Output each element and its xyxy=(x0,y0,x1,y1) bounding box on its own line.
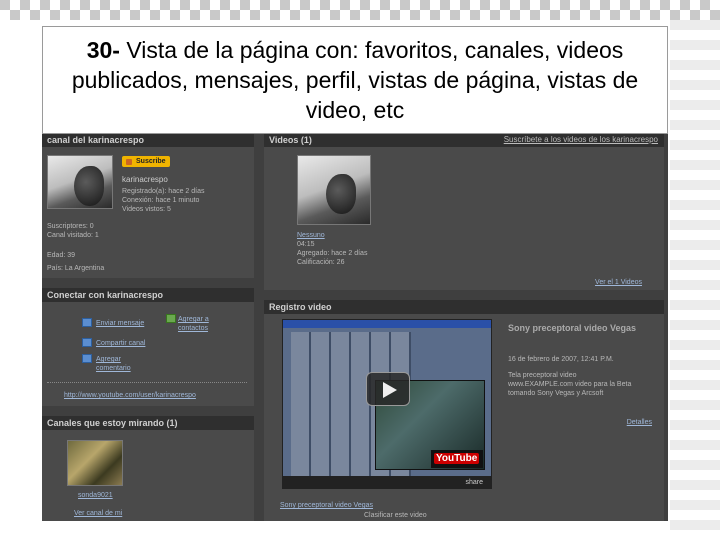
add-comment-link[interactable]: Agregar comentario xyxy=(96,355,156,373)
play-icon[interactable] xyxy=(366,372,410,406)
player-title-bar xyxy=(283,320,491,328)
profile-picture[interactable] xyxy=(47,155,113,209)
see-all-videos-link[interactable]: Ver el 1 Videos xyxy=(595,278,642,287)
comment-icon xyxy=(82,354,92,363)
add-contact-link[interactable]: Agregar a contactos xyxy=(178,315,238,333)
slide-title-box: 30- Vista de la página con: favoritos, c… xyxy=(42,26,668,134)
video-thumbnail-face xyxy=(326,174,356,214)
videos-panel: Videos (1) Suscríbete a los videos de lo… xyxy=(264,133,664,290)
add-contact-icon xyxy=(166,314,176,323)
slide-title: 30- Vista de la página con: favoritos, c… xyxy=(43,35,667,125)
slide-decoration-top xyxy=(0,0,720,10)
subscribe-button[interactable]: Suscribe xyxy=(122,156,170,167)
channel-panel: canal del karinacrespo Suscribe karinacr… xyxy=(42,133,254,278)
videos-heading-text: Videos (1) xyxy=(269,135,312,145)
record-bottom-sub: Clasificar este video xyxy=(364,512,427,519)
slide-title-text: Vista de la página con: favoritos, canal… xyxy=(71,37,639,123)
watched-channel-link[interactable]: Ver canal de mi xyxy=(74,509,122,518)
age-text: Edad: 39 xyxy=(47,252,76,259)
watching-panel: Canales que estoy mirando (1) sonda9021 … xyxy=(42,416,254,521)
video-player[interactable]: YouTube share xyxy=(282,319,492,489)
subscribe-videos-link[interactable]: Suscríbete a los videos de los karinacre… xyxy=(504,135,658,144)
watched-channel-thumbnail[interactable] xyxy=(67,440,123,486)
country-text: País: La Argentina xyxy=(47,265,105,272)
record-bottom-title[interactable]: Sony preceptoral video Vegas xyxy=(280,501,373,510)
message-icon xyxy=(82,318,92,327)
slide-title-number: 30- xyxy=(86,37,120,63)
video-added: Agregado: hace 2 días xyxy=(297,250,368,257)
subscribers-text: Suscriptores: 0 xyxy=(47,223,94,230)
registered-text: Registrado(a): hace 2 días xyxy=(122,188,205,195)
channel-panel-heading: canal del karinacrespo xyxy=(42,133,254,147)
record-video-date: 16 de febrero de 2007, 12:41 P.M. xyxy=(508,356,614,363)
player-controls[interactable]: share xyxy=(283,476,491,488)
record-desc-3: tomando Sony Vegas y Arcsoft xyxy=(508,390,604,397)
video-thumbnail[interactable] xyxy=(297,155,371,225)
record-video-title: Sony preceptoral video Vegas xyxy=(508,323,637,333)
youtube-logo: YouTube xyxy=(431,450,483,468)
slide-decoration-top-2 xyxy=(0,10,720,20)
send-message-link[interactable]: Enviar mensaje xyxy=(96,319,144,328)
videos-panel-heading: Videos (1) Suscríbete a los videos de lo… xyxy=(264,133,664,147)
watched-channel-name[interactable]: sonda9021 xyxy=(78,491,113,500)
record-desc-1: Tela preceptoral video xyxy=(508,372,577,379)
slide-decoration-side xyxy=(670,20,720,540)
video-duration: 04:15 xyxy=(297,241,315,248)
username: karinacrespo xyxy=(122,175,168,184)
share-label[interactable]: share xyxy=(465,478,483,487)
video-rating: Calificación: 26 xyxy=(297,259,345,266)
connect-divider xyxy=(47,382,247,383)
watching-panel-heading: Canales que estoy mirando (1) xyxy=(42,416,254,430)
share-channel-link[interactable]: Compartir canal xyxy=(96,339,145,348)
connect-panel: Conectar con karinacrespo Enviar mensaje… xyxy=(42,288,254,406)
record-desc-2: www.EXAMPLE.com video para la Beta xyxy=(508,381,632,388)
profile-face xyxy=(74,166,104,206)
record-more-link[interactable]: Detalles xyxy=(627,418,652,427)
channel-url[interactable]: http://www.youtube.com/user/karinacrespo xyxy=(64,391,196,400)
channel-views-text: Canal visitado: 1 xyxy=(47,232,99,239)
last-login-text: Conexión: hace 1 minuto xyxy=(122,197,200,204)
share-icon xyxy=(82,338,92,347)
connect-panel-heading: Conectar con karinacrespo xyxy=(42,288,254,302)
videos-watched-text: Videos vistos: 5 xyxy=(122,206,171,213)
record-panel-heading: Registro video xyxy=(264,300,664,314)
youtube-logo-text: YouTube xyxy=(434,453,480,464)
video-title-link[interactable]: Nessuno xyxy=(297,231,325,240)
